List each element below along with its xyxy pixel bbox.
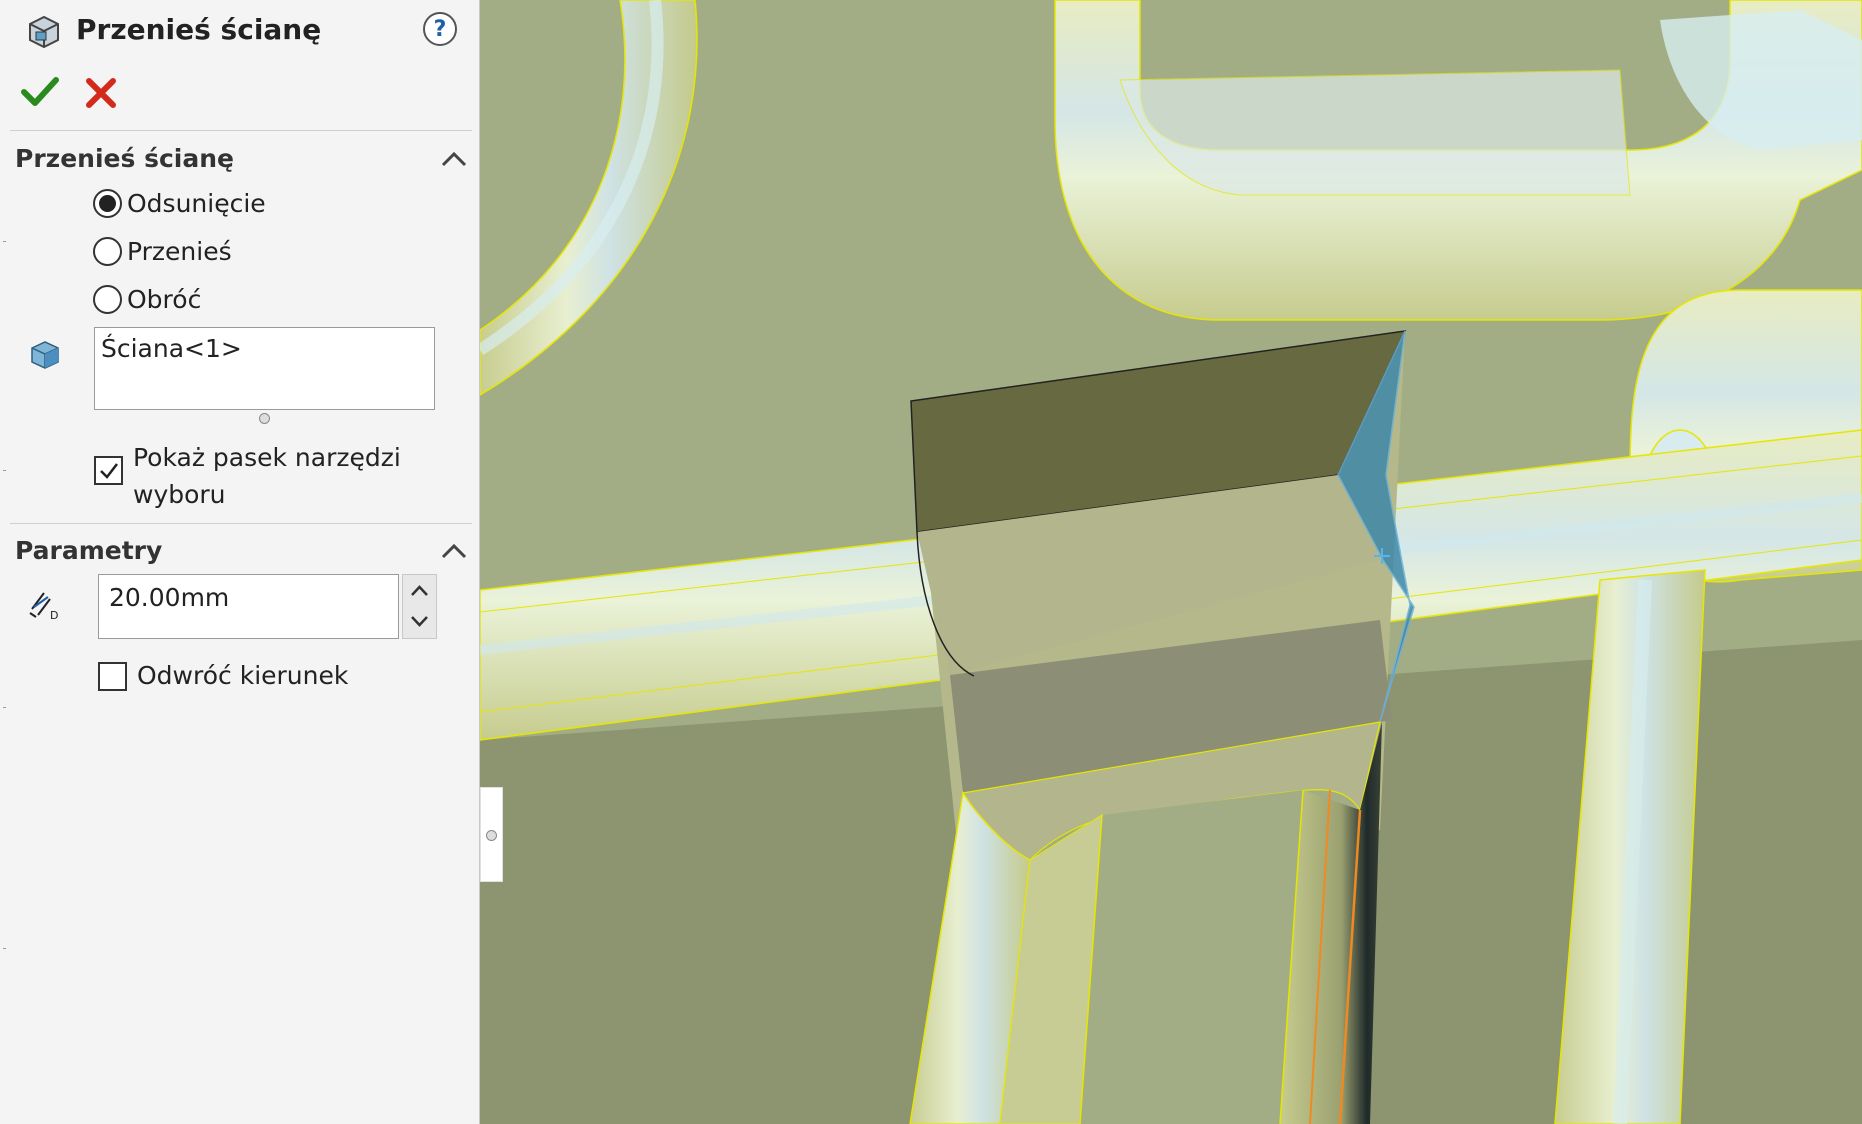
radio-offset[interactable]: Odsunięcie — [93, 186, 266, 220]
ok-button[interactable] — [20, 74, 60, 110]
panel-collapse-tab[interactable] — [480, 787, 503, 882]
distance-spinner[interactable] — [402, 574, 437, 639]
property-manager-panel: Przenieś ścianę ? Przenieś ścianę Odsuni… — [0, 0, 480, 1124]
radio-label: Odsunięcie — [127, 188, 266, 218]
radio-label: Przenieś — [127, 236, 232, 266]
model-view[interactable] — [480, 0, 1862, 1124]
distance-icon: D — [29, 592, 58, 622]
divider — [10, 523, 472, 524]
graphics-viewport[interactable] — [480, 0, 1862, 1124]
grip-icon — [486, 830, 497, 841]
collapse-chevron-icon[interactable] — [441, 150, 467, 168]
divider — [10, 130, 472, 131]
section-title-move-face: Przenieś ścianę — [15, 144, 234, 173]
collapse-chevron-icon[interactable] — [441, 542, 467, 560]
radio-move[interactable]: Przenieś — [93, 234, 232, 268]
chevron-down-icon[interactable] — [403, 606, 436, 637]
panel-tick — [3, 470, 6, 471]
radio-label: Obróć — [127, 284, 202, 314]
radio-button[interactable] — [93, 188, 122, 218]
radio-button[interactable] — [93, 284, 122, 314]
face-selection-box[interactable]: Ściana<1> — [94, 327, 435, 410]
help-button[interactable]: ? — [423, 12, 457, 46]
checkmark-icon — [99, 462, 118, 479]
show-toolbar-label: Pokaż pasek narzędzi wyboru — [133, 443, 401, 509]
panel-tick — [3, 707, 6, 708]
resize-grip[interactable] — [259, 413, 270, 424]
distance-input[interactable]: 20.00mm — [98, 574, 399, 639]
panel-tick — [3, 241, 6, 242]
section-title-parameters: Parametry — [15, 536, 163, 565]
cancel-button[interactable] — [84, 76, 118, 110]
panel-tick — [3, 948, 6, 949]
move-face-icon — [29, 15, 59, 49]
radio-rotate[interactable]: Obróć — [93, 282, 201, 316]
face-selection-icon — [31, 341, 59, 369]
radio-button[interactable] — [93, 236, 122, 266]
svg-text:D: D — [50, 609, 58, 622]
reverse-direction-checkbox[interactable] — [98, 662, 127, 691]
chevron-up-icon[interactable] — [403, 575, 436, 606]
show-toolbar-checkbox[interactable] — [94, 456, 123, 485]
reverse-direction-label: Odwróć kierunek — [137, 661, 349, 690]
page-title: Przenieś ścianę — [76, 13, 322, 46]
